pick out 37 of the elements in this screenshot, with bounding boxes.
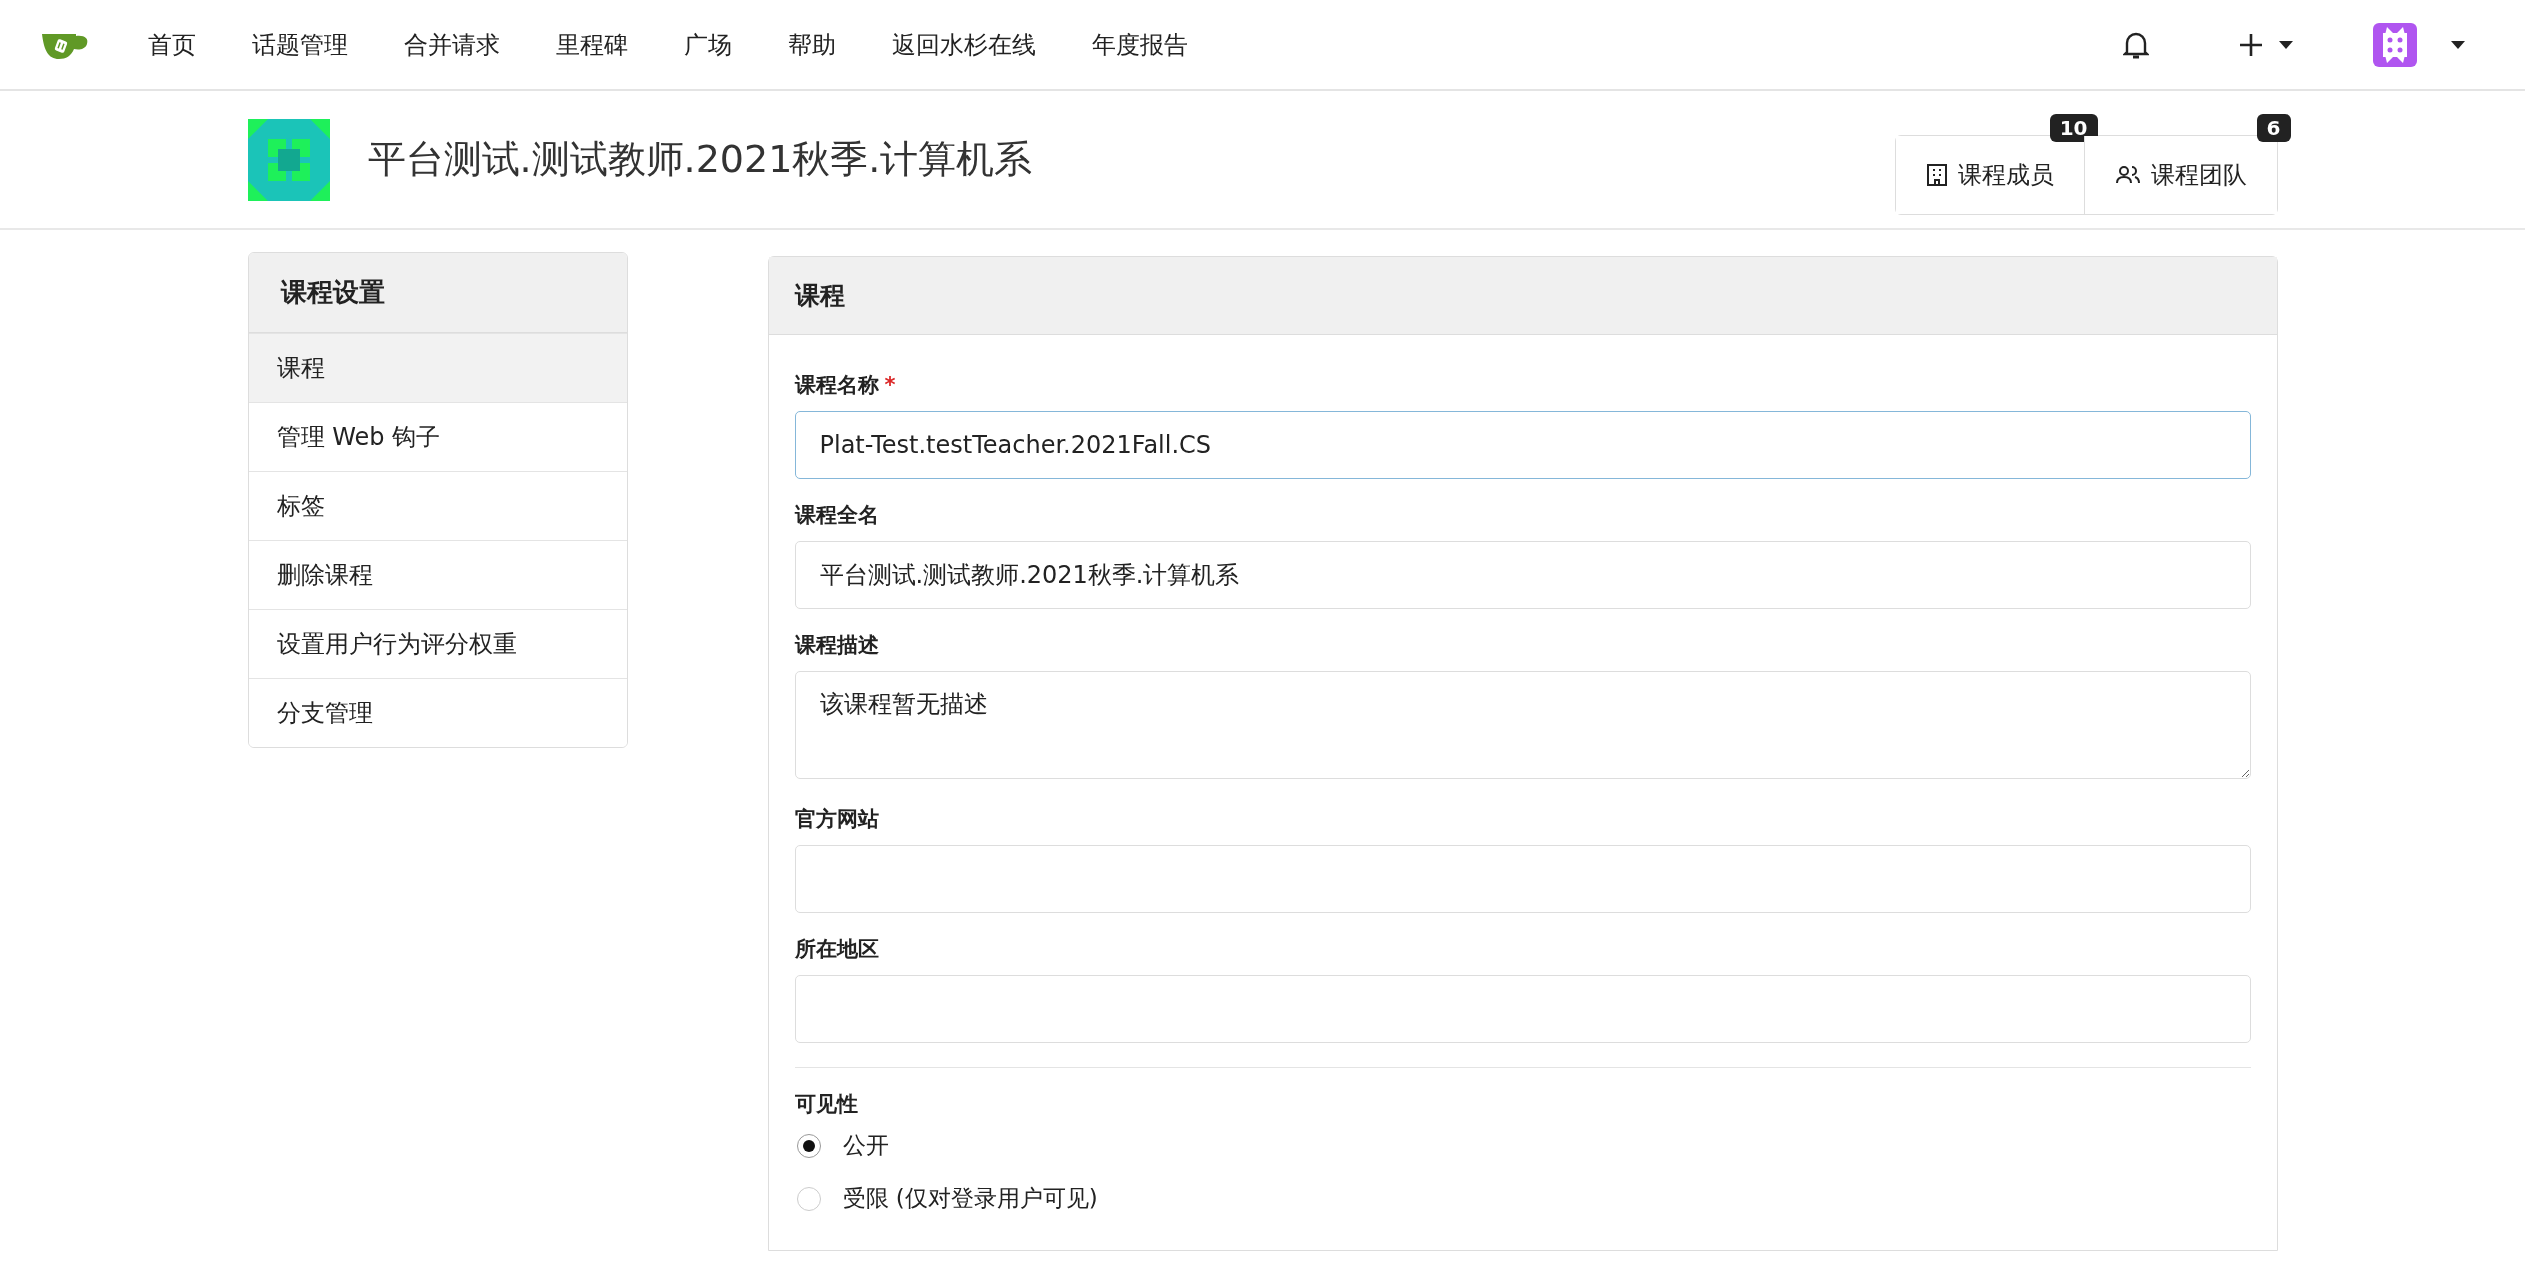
nav-link[interactable]: 合并请求 [376,28,528,61]
nav-link[interactable]: 年度报告 [1064,28,1216,61]
field-label: 可见性 [794,1091,859,1118]
input-field[interactable] [794,845,2251,913]
header-button[interactable]: 课程团队 [2084,135,2277,214]
field-label: 课程全名 [794,503,879,527]
course-avatar-icon [247,118,330,201]
radio-label[interactable]: 受限 (仅对登录用户可见) [842,1183,1098,1214]
people-icon [2114,163,2141,186]
input-field[interactable]: 平台测试.测试教师.2021秋季.计算机系 [794,541,2251,609]
plus-icon[interactable] [2239,32,2263,57]
sidebar-item[interactable]: 课程 [248,333,627,402]
field-label: 所在地区 [794,937,879,961]
radio-label[interactable]: 公开 [842,1130,889,1161]
panel-title: 课程 [768,257,2277,335]
nav-link[interactable]: 返回水杉在线 [864,28,1064,61]
building-icon [1925,162,1948,187]
required-mark: * [884,373,896,397]
input-field[interactable]: Plat-Test.testTeacher.2021Fall.CS [794,411,2251,479]
sidebar-item[interactable]: 分支管理 [248,678,627,747]
field-label: 课程描述 [794,633,879,657]
nav-link[interactable]: 里程碑 [528,28,656,61]
field-label: 官方网站 [794,807,879,831]
count-badge: 10 [2049,113,2098,142]
input-field[interactable]: 该课程暂无描述 [794,671,2251,779]
sidebar-title: 课程设置 [248,253,627,333]
count-badge: 6 [2256,113,2291,142]
nav-link[interactable]: 广场 [656,28,760,61]
input-field[interactable] [794,975,2251,1043]
caret-icon[interactable] [2279,40,2293,49]
course-title: 平台测试.测试教师.2021秋季.计算机系 [367,136,1034,183]
avatar-icon[interactable] [2373,22,2417,67]
nav-link[interactable]: 首页 [120,28,224,61]
nav-link[interactable]: 帮助 [760,28,864,61]
caret-icon[interactable] [2451,40,2465,49]
field-label: 课程名称 [794,373,879,397]
nav-link[interactable]: 话题管理 [224,28,376,61]
